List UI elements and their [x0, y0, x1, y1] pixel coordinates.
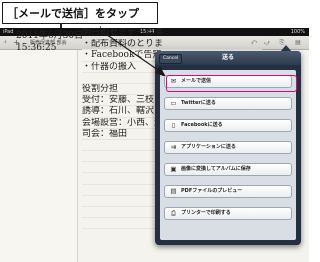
instruction-caption: ［メールで送信］をタップ: [2, 2, 158, 24]
share-options-list: ✉ メールで送信 ▭ Twitterに送る ▯ Facebookに送る ⇉ アプ…: [160, 70, 296, 240]
send-twitter-button[interactable]: ▭ Twitterに送る: [164, 97, 292, 110]
option-label: プリンターで印刷する: [181, 210, 231, 216]
print-button[interactable]: ⎙ プリンターで印刷する: [164, 207, 292, 220]
callout-pointer: [100, 26, 166, 76]
app-share-icon: ⇉: [170, 143, 177, 151]
facebook-icon: ▯: [171, 121, 176, 129]
note-time-text: 15:36:25: [16, 43, 57, 53]
image-save-icon: ▣: [170, 165, 177, 173]
option-label: Facebookに送る: [181, 122, 223, 128]
printer-icon: ⎙: [170, 209, 177, 217]
pdf-icon: ▤: [170, 187, 177, 195]
option-label: Twitterに送る: [181, 100, 216, 106]
redo-icon[interactable]: ⤻: [263, 39, 271, 46]
option-label: アプリケーションに送る: [181, 144, 236, 150]
option-label: 画像に変換してアルバムに保存: [181, 166, 251, 172]
back-arrow-icon[interactable]: ‹: [4, 39, 10, 46]
option-label: PDFファイルのプレビュー: [181, 188, 243, 194]
note-date: 2011年6月30日 15:36:25: [16, 30, 83, 54]
note-margin: [0, 50, 78, 262]
trash-icon[interactable]: ▤: [294, 39, 302, 46]
note-date-text: 2011年6月30日: [16, 31, 84, 41]
highlight-frame: [166, 75, 297, 92]
status-carrier: iPad: [3, 29, 14, 35]
send-to-app-button[interactable]: ⇉ アプリケーションに送る: [164, 141, 292, 154]
twitter-icon: ▭: [170, 99, 177, 107]
save-image-button[interactable]: ▣ 画像に変換してアルバムに保存: [164, 163, 292, 176]
status-battery: 100%: [290, 29, 305, 35]
pdf-preview-button[interactable]: ▤ PDFファイルのプレビュー: [164, 185, 292, 198]
popover-header: 送る Cancel: [155, 51, 301, 65]
send-facebook-button[interactable]: ▯ Facebookに送る: [164, 119, 292, 132]
